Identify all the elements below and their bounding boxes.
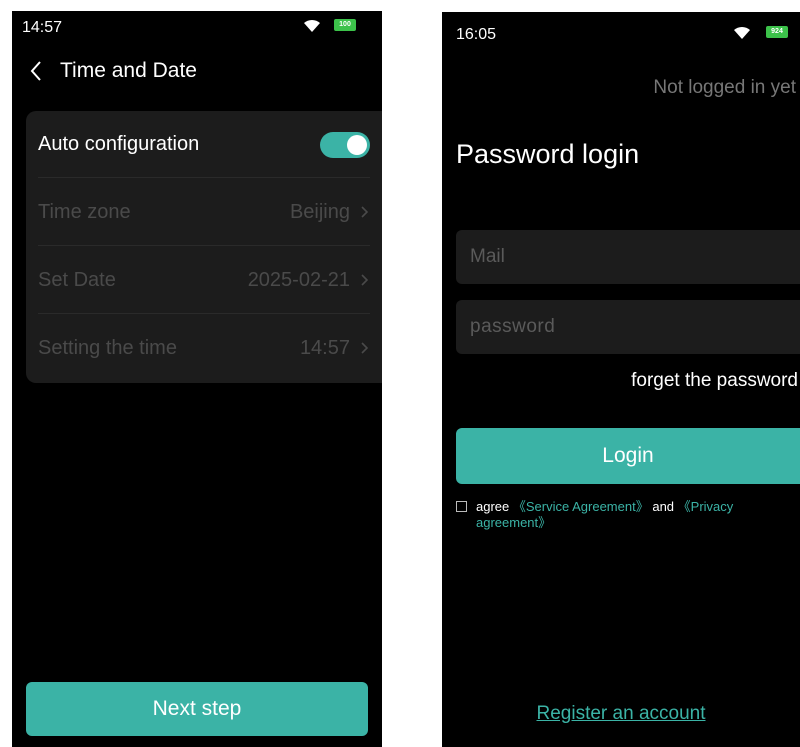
set-time-label: Setting the time [38, 337, 177, 359]
chevron-right-icon [361, 274, 369, 286]
and-text: and [652, 499, 675, 514]
set-time-row[interactable]: Setting the time 14:57 [26, 315, 382, 382]
wifi-icon [734, 26, 750, 39]
divider [38, 245, 370, 246]
time-zone-value: Beijing [289, 201, 350, 223]
settings-card: Auto configuration Time zone Beijing Set… [26, 111, 382, 383]
auto-config-toggle[interactable] [320, 132, 370, 158]
time-zone-row[interactable]: Time zone Beijing [26, 179, 382, 246]
chevron-right-icon [361, 206, 369, 218]
status-bar: 16:05 924 [442, 12, 800, 43]
forgot-password-link[interactable]: forget the password [631, 370, 798, 392]
back-arrow-icon[interactable] [28, 59, 44, 83]
next-step-button[interactable]: Next step [26, 682, 368, 736]
agree-label: agree [476, 499, 510, 514]
page-title: Time and Date [60, 59, 197, 82]
status-bar: 14:57 100 [12, 11, 382, 39]
register-account-link[interactable]: Register an account [442, 703, 800, 725]
mail-input[interactable] [456, 230, 800, 284]
set-date-row[interactable]: Set Date 2025-02-21 [26, 247, 382, 314]
time-date-screen: 14:57 100 Time and Date Auto configurati… [12, 11, 382, 747]
service-agreement-link[interactable]: 《Service Agreement》 [513, 499, 649, 514]
password-login-screen: 16:05 924 Not logged in yet Password log… [442, 12, 800, 747]
agree-checkbox[interactable] [456, 501, 467, 512]
login-status: Not logged in yet [653, 77, 796, 98]
toggle-knob [347, 135, 367, 155]
battery-icon: 100 [334, 19, 356, 31]
divider [38, 313, 370, 314]
agreement-row: agree 《Service Agreement》 and 《Privacy a… [456, 499, 796, 531]
divider [38, 177, 370, 178]
wifi-icon [304, 19, 320, 32]
chevron-right-icon [361, 342, 369, 354]
password-input[interactable] [456, 300, 800, 354]
set-date-label: Set Date [38, 269, 116, 291]
set-time-value: 14:57 [299, 337, 350, 359]
auto-config-row: Auto configuration [26, 111, 382, 178]
agreement-text: agree 《Service Agreement》 and 《Privacy a… [456, 499, 796, 531]
auto-config-label: Auto configuration [38, 133, 200, 155]
time-zone-label: Time zone [38, 201, 131, 223]
nav-bar: Time and Date [12, 53, 382, 89]
status-time: 14:57 [22, 19, 63, 36]
battery-icon: 924 [766, 26, 788, 38]
login-button[interactable]: Login [456, 428, 800, 484]
status-time: 16:05 [456, 26, 497, 43]
set-date-value: 2025-02-21 [247, 269, 350, 291]
page-title: Password login [456, 139, 640, 169]
